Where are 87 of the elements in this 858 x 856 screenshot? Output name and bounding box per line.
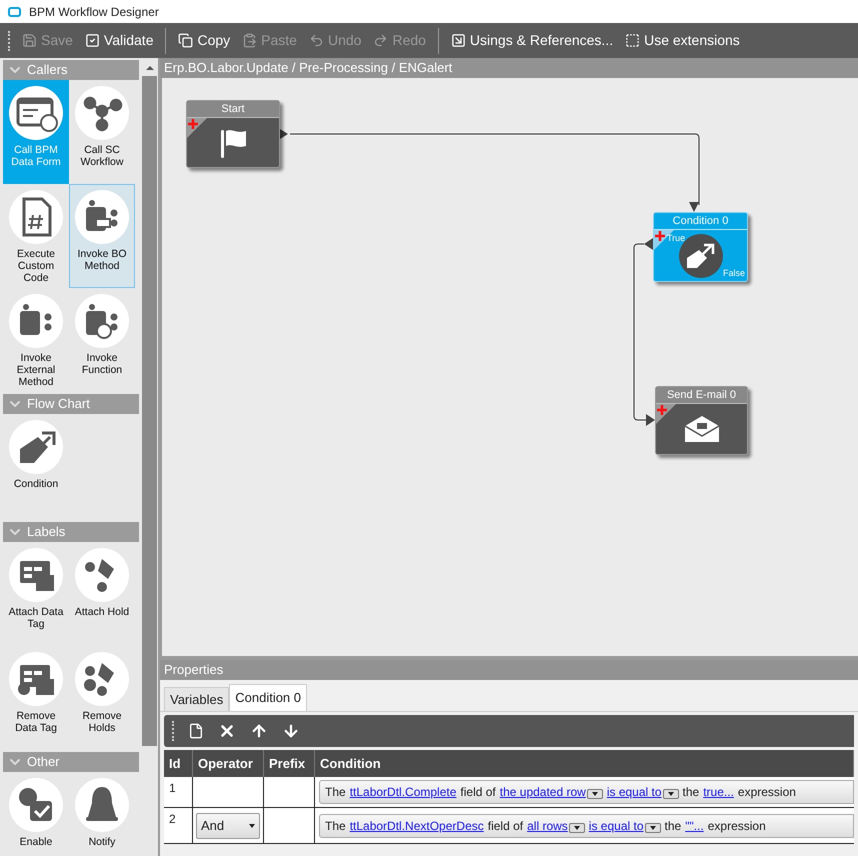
- palette-item-label: Invoke External Method: [16, 352, 56, 388]
- expression-text: The: [325, 818, 346, 834]
- dropdown-button[interactable]: [568, 822, 585, 832]
- scrollbar-thumb[interactable]: [142, 76, 158, 746]
- palette-item[interactable]: Remove Holds: [69, 646, 135, 750]
- scrollbar[interactable]: [141, 58, 158, 856]
- expression-text: The: [325, 784, 346, 801]
- expression-link[interactable]: ttLaborDtl.NextOperDesc: [350, 816, 484, 834]
- column-header: Operator: [193, 750, 264, 777]
- copy-icon: [178, 33, 194, 48]
- save-icon: [22, 33, 37, 48]
- palette-item[interactable]: Attach Hold: [69, 542, 135, 646]
- palette-item[interactable]: Enable: [3, 772, 69, 856]
- toolbar-button[interactable]: Copy: [174, 26, 234, 55]
- palette-item[interactable]: Attach Data Tag: [3, 542, 69, 646]
- palette-item-label: Remove Data Tag: [14, 710, 58, 734]
- workflow-node[interactable]: Send E-mail 0: [655, 386, 748, 455]
- toolbar-button[interactable]: Use extensions: [621, 26, 744, 55]
- palette-item[interactable]: Notify: [69, 772, 135, 856]
- expression-text: the: [682, 784, 700, 801]
- move-up-icon[interactable]: [250, 722, 268, 740]
- corner-add-icon: [187, 118, 207, 138]
- breadcrumb-path: Erp.BO.Labor.Update / Pre-Processing / ENGalert: [164, 59, 452, 78]
- window-title: BPM Workflow Designer: [29, 4, 159, 20]
- workflow-node[interactable]: Start: [186, 100, 280, 168]
- dropdown-button[interactable]: [644, 822, 660, 832]
- expression-text: expression: [708, 818, 766, 834]
- table-cell: 2: [164, 808, 193, 843]
- palette-item[interactable]: Call SC Workflow: [69, 80, 135, 184]
- properties-header: Properties: [160, 660, 858, 680]
- palette-item-label: Enable: [20, 836, 52, 848]
- palette-item[interactable]: Invoke Function: [69, 288, 135, 392]
- expression-text: the: [664, 818, 682, 834]
- expression-link[interactable]: ""...: [685, 816, 704, 834]
- expression-link[interactable]: all rows: [527, 816, 568, 834]
- app-icon: [8, 6, 21, 16]
- notify-glyph-icon: [74, 777, 130, 833]
- palette-item-label: Call SC Workflow: [80, 144, 124, 168]
- palette-item[interactable]: Invoke BO Method: [69, 184, 135, 288]
- palette-item-label: Call BPM Data Form: [10, 144, 62, 168]
- column-header: Condition: [315, 750, 854, 777]
- palette-item[interactable]: Invoke External Method: [3, 288, 69, 392]
- toolbar-button[interactable]: Validate: [80, 26, 158, 55]
- dropdown-button[interactable]: [586, 789, 603, 799]
- expression-link[interactable]: true...: [703, 783, 734, 801]
- properties-tab[interactable]: Condition 0: [229, 684, 308, 711]
- redo-icon: [373, 33, 388, 48]
- false-branch-label: False: [722, 266, 745, 280]
- palette-item-label: Execute Custom Code: [16, 248, 56, 284]
- node-title: Start: [187, 101, 279, 118]
- palette-item-label: Attach Hold: [74, 606, 130, 618]
- properties-tab[interactable]: Variables: [164, 687, 230, 711]
- column-header: Id: [164, 750, 193, 777]
- paste-icon: [242, 33, 258, 48]
- envelope-icon: [682, 414, 720, 444]
- node-title: Send E-mail 0: [656, 387, 747, 404]
- expression-link[interactable]: is equal to: [588, 816, 644, 834]
- column-header: Prefix: [264, 750, 315, 777]
- palette-item[interactable]: Remove Data Tag: [3, 646, 69, 750]
- palette-item-label: Remove Holds: [81, 710, 123, 734]
- toolbar-button[interactable]: Usings & References...: [446, 26, 618, 55]
- palette-item[interactable]: Execute Custom Code: [3, 184, 69, 288]
- condition-glyph-icon: [8, 419, 64, 475]
- node-title: Condition 0: [654, 213, 747, 230]
- caret-icon: [249, 824, 255, 828]
- operator-dropdown[interactable]: And: [196, 812, 260, 838]
- expression-text: field of: [460, 784, 496, 801]
- scroll-up-icon: [146, 66, 154, 70]
- palette-item-label: Attach Data Tag: [8, 606, 64, 630]
- code-glyph-icon: [8, 189, 64, 245]
- expression-text: expression: [738, 784, 796, 801]
- expression-link[interactable]: ttLaborDtl.Complete: [350, 783, 456, 801]
- palette-item-label: Condition: [14, 478, 58, 490]
- palette-item-label: Notify: [88, 836, 116, 848]
- expression-text: field of: [488, 818, 524, 834]
- move-down-icon[interactable]: [282, 722, 300, 740]
- undo-icon: [308, 33, 324, 48]
- dropdown-button[interactable]: [662, 789, 679, 799]
- palette-item[interactable]: Condition: [3, 414, 69, 518]
- true-branch-label: True: [667, 232, 686, 245]
- expression-link[interactable]: the updated row: [500, 783, 586, 801]
- expression-link[interactable]: is equal to: [606, 783, 662, 801]
- corner-add-icon: [656, 404, 676, 424]
- delete-icon[interactable]: [218, 722, 236, 740]
- table-cell: 1: [164, 777, 193, 807]
- palette-item-label: Invoke Function: [80, 352, 124, 376]
- palette-item-label: Invoke BO Method: [76, 248, 128, 272]
